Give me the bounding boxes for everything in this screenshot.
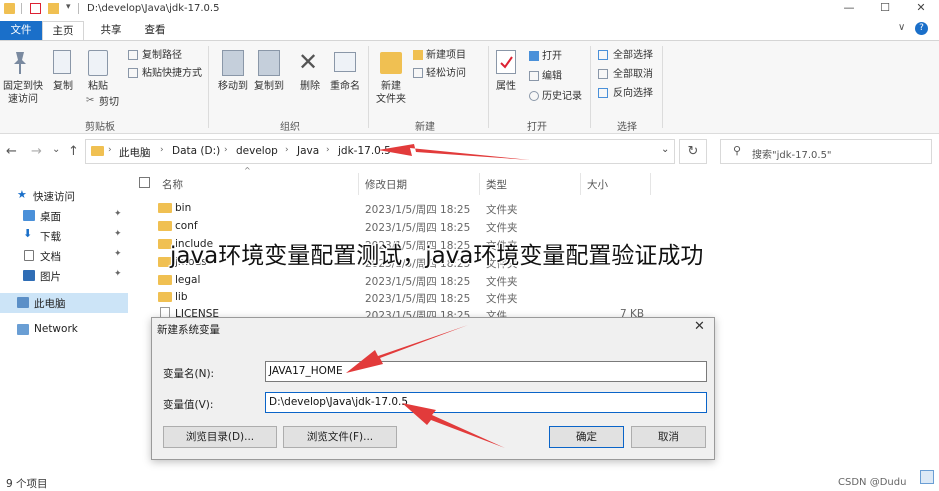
- annotation-arrow-value: [402, 403, 505, 448]
- annotation-arrows: [346, 144, 530, 448]
- annotation-arrow-address: [378, 144, 530, 160]
- annotation-arrow-name: [346, 325, 468, 373]
- watermark: CSDN @Dudu: [838, 477, 907, 488]
- resize-grip-icon[interactable]: [920, 470, 934, 484]
